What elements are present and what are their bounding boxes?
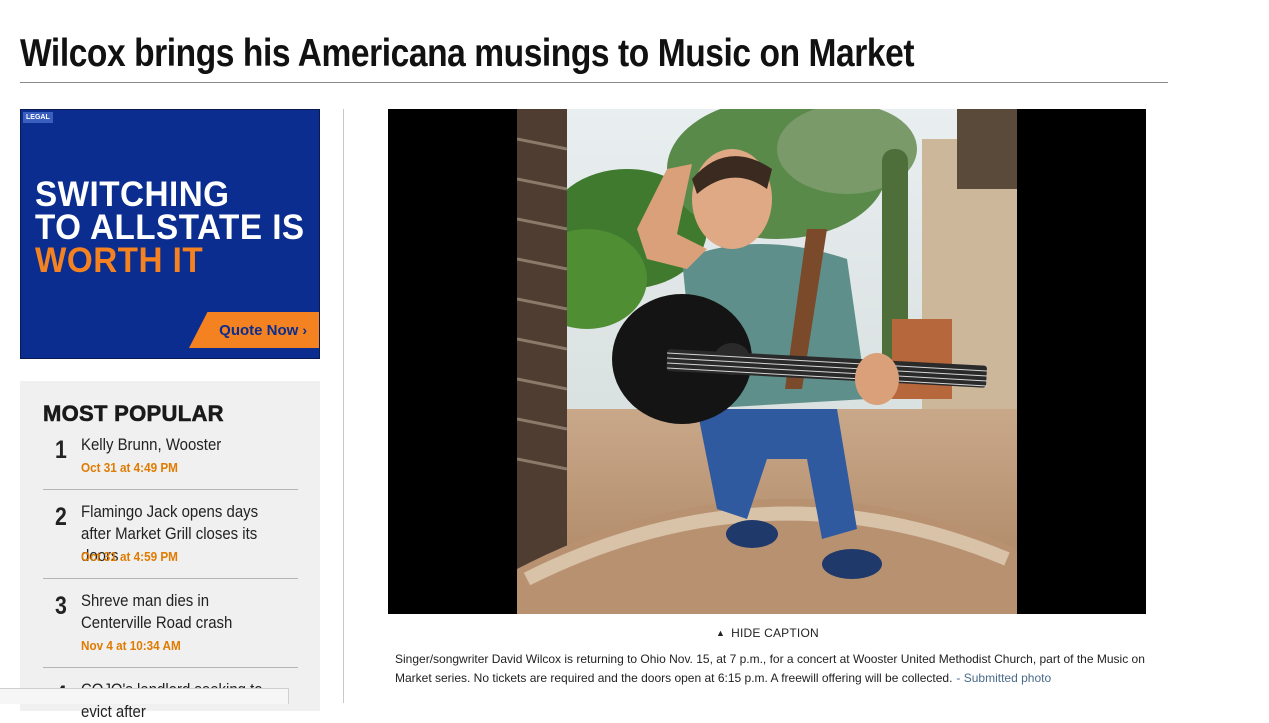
popular-item[interactable]: 2 Flamingo Jack opens days after Market …	[43, 501, 298, 565]
popular-rank: 3	[55, 592, 67, 620]
photo-frame	[388, 109, 1146, 614]
most-popular-title: MOST POPULAR	[43, 401, 224, 427]
ad-cta-label: Quote Now	[219, 322, 299, 339]
popular-item-title[interactable]: Kelly Brunn, Wooster	[81, 434, 271, 456]
popular-rank: 2	[55, 503, 67, 531]
popular-item-date: Oct 31 at 4:59 PM	[81, 549, 178, 564]
article-headline: Wilcox brings his Americana musings to M…	[20, 32, 915, 75]
bottom-scroll-bar[interactable]	[0, 688, 289, 704]
popular-divider	[43, 489, 298, 490]
popular-item[interactable]: 3 Shreve man dies in Centerville Road cr…	[43, 590, 298, 653]
photo-credit: - Submitted photo	[956, 671, 1052, 685]
allstate-ad[interactable]: LEGAL SWITCHING TO ALLSTATE IS WORTH IT …	[20, 109, 320, 359]
article-photo[interactable]	[517, 109, 1017, 614]
most-popular-panel: MOST POPULAR 1 Kelly Brunn, Wooster Oct …	[20, 381, 320, 721]
triangle-up-icon: ▲	[716, 628, 726, 638]
popular-divider	[43, 667, 298, 668]
hide-caption-label: HIDE CAPTION	[731, 626, 819, 640]
photo-caption: Singer/songwriter David Wilcox is return…	[395, 650, 1155, 688]
column-divider	[343, 109, 344, 703]
popular-item[interactable]: 1 Kelly Brunn, Wooster Oct 31 at 4:49 PM	[43, 434, 298, 480]
ad-quote-now-button[interactable]: Quote Now ›	[189, 312, 319, 348]
ad-headline-line-3: WORTH IT	[35, 241, 204, 280]
popular-item-title[interactable]: Shreve man dies in Centerville Road cras…	[81, 590, 271, 634]
popular-rank: 1	[55, 436, 67, 464]
hide-caption-toggle[interactable]: ▲ HIDE CAPTION	[716, 626, 819, 640]
popular-divider	[43, 578, 298, 579]
ad-badge: LEGAL	[23, 112, 53, 123]
popular-item-date: Nov 4 at 10:34 AM	[81, 638, 181, 653]
ad-headline-line-2: TO ALLSTATE IS	[35, 208, 305, 247]
popular-item-date: Oct 31 at 4:49 PM	[81, 460, 178, 475]
headline-divider	[20, 82, 1168, 83]
musician-photo-illustration	[517, 109, 1017, 614]
ad-headline-line-1: SWITCHING	[35, 175, 230, 214]
chevron-right-icon: ›	[302, 322, 307, 338]
